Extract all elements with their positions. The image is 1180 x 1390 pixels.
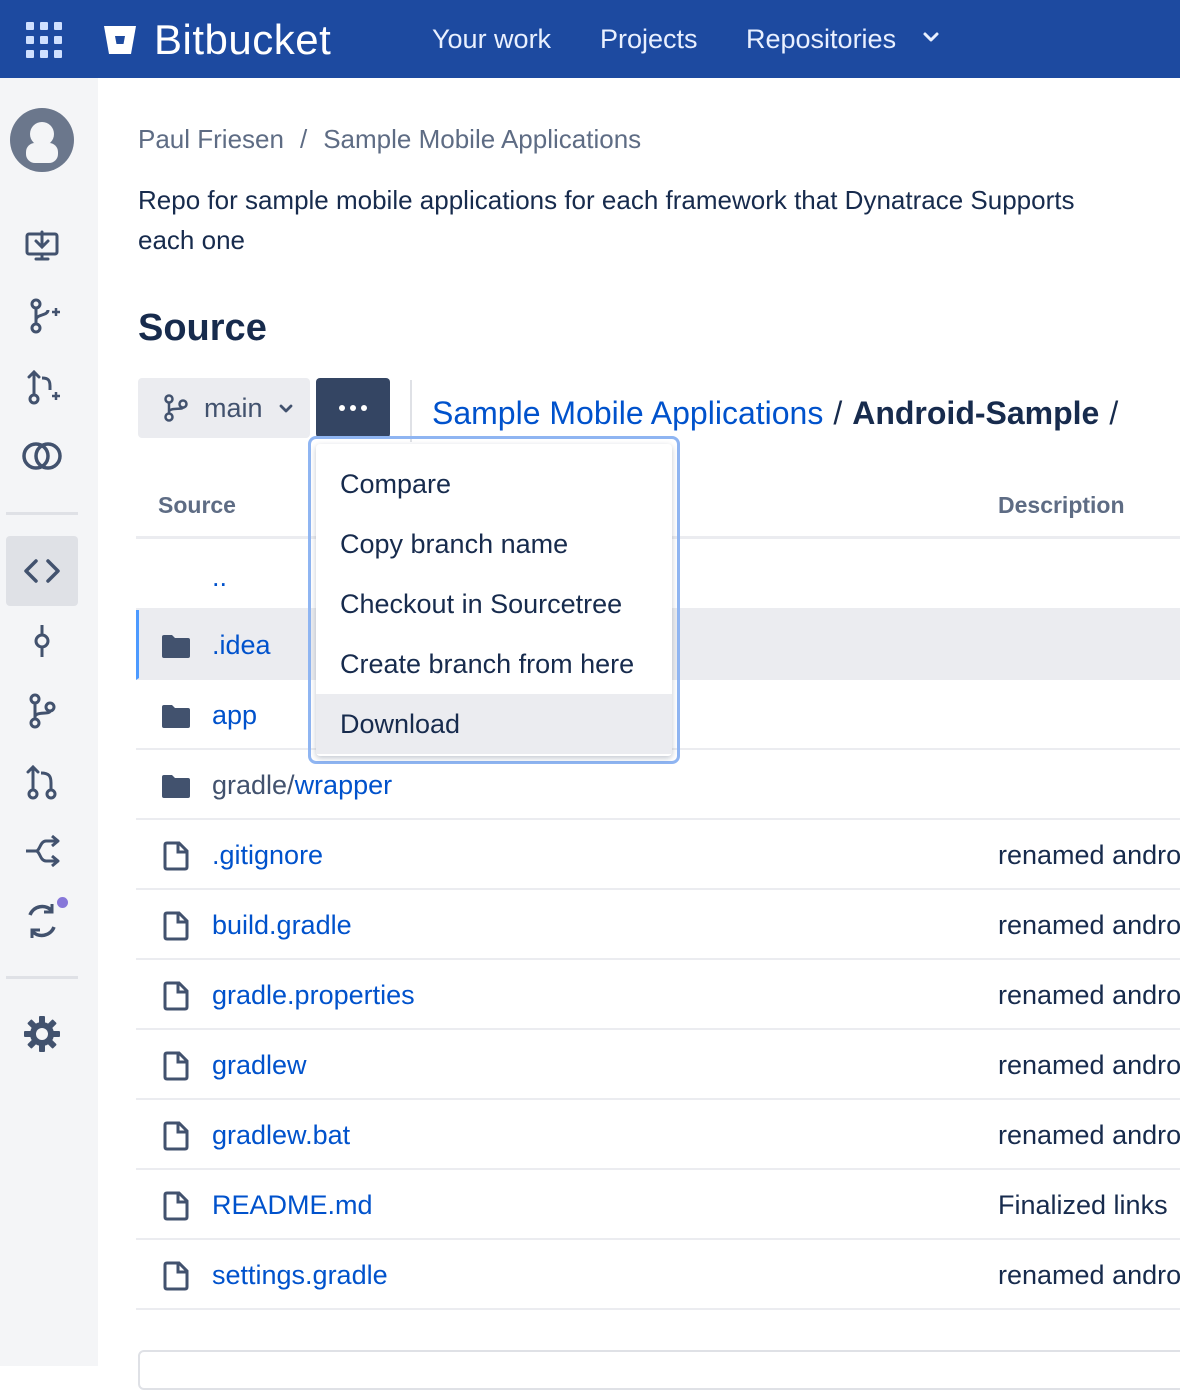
notification-badge xyxy=(55,895,70,910)
file-icon xyxy=(163,1121,189,1151)
file-icon xyxy=(163,1261,189,1291)
file-path-breadcrumb: Sample Mobile Applications / Android-Sampl… xyxy=(432,392,1128,434)
more-actions-button[interactable] xyxy=(316,378,390,438)
column-header-description: Description xyxy=(998,492,1125,518)
table-row[interactable]: gradle.properties renamed andro xyxy=(136,960,1180,1030)
path-root-link[interactable]: Sample Mobile Applications xyxy=(432,395,823,431)
folder-icon xyxy=(162,635,190,658)
more-dots-icon xyxy=(339,405,367,411)
create-branch-icon[interactable] xyxy=(20,294,64,338)
branch-name: main xyxy=(204,392,263,423)
path-trailing-separator: / xyxy=(1109,395,1119,431)
parent-directory-link[interactable]: .. xyxy=(212,560,227,594)
sidebar-divider xyxy=(6,976,78,979)
file-icon xyxy=(163,911,189,941)
dropdown-menu: Compare Copy branch name Checkout in Sou… xyxy=(316,444,672,756)
page-title: Source xyxy=(138,307,267,349)
path-current-folder: Android-Sample xyxy=(852,395,1100,431)
menu-item-compare[interactable]: Compare xyxy=(316,454,672,514)
clone-icon[interactable] xyxy=(20,224,64,268)
commit-message: renamed andro xyxy=(998,980,1180,1010)
file-name-link[interactable]: README.md xyxy=(212,1188,373,1222)
file-icon xyxy=(163,841,189,871)
branch-icon xyxy=(164,394,188,422)
avatar-icon[interactable] xyxy=(10,108,74,172)
folder-prefix: gradle/ xyxy=(212,770,295,800)
table-row[interactable]: settings.gradle renamed andro xyxy=(136,1240,1180,1310)
nav-your-work[interactable]: Your work xyxy=(432,22,551,56)
table-row[interactable]: README.md Finalized links xyxy=(136,1170,1180,1240)
commit-message: Finalized links xyxy=(998,1190,1168,1220)
menu-item-copy-branch-name[interactable]: Copy branch name xyxy=(316,514,672,574)
chevron-down-icon[interactable] xyxy=(922,28,940,46)
breadcrumb: Paul Friesen / Sample Mobile Applications xyxy=(138,122,641,156)
menu-item-checkout-sourcetree[interactable]: Checkout in Sourcetree xyxy=(316,574,672,634)
create-pr-icon[interactable] xyxy=(20,364,64,408)
breadcrumb-owner-link[interactable]: Paul Friesen xyxy=(138,124,284,154)
top-navigation-bar: Bitbucket Your work Projects Repositorie… xyxy=(0,0,1180,78)
sidebar-divider xyxy=(6,512,78,515)
settings-icon[interactable] xyxy=(20,1012,64,1056)
source-icon[interactable] xyxy=(20,549,64,593)
file-icon xyxy=(163,1051,189,1081)
commits-icon[interactable] xyxy=(20,619,64,663)
path-separator: / xyxy=(833,395,843,431)
menu-item-create-branch[interactable]: Create branch from here xyxy=(316,634,672,694)
column-header-source[interactable]: Source xyxy=(158,490,236,520)
app-switcher-icon[interactable] xyxy=(26,22,62,58)
chevron-down-icon xyxy=(279,404,292,413)
compare-icon[interactable] xyxy=(20,434,64,478)
file-name-link[interactable]: gradlew xyxy=(212,1048,307,1082)
folder-icon xyxy=(162,775,190,798)
file-name-link[interactable]: gradle.properties xyxy=(212,978,415,1012)
nav-repositories[interactable]: Repositories xyxy=(746,22,896,56)
pull-requests-icon[interactable] xyxy=(20,759,64,803)
pipelines-icon[interactable] xyxy=(20,829,64,873)
toolbar-divider xyxy=(410,380,412,442)
table-row[interactable]: build.gradle renamed andro xyxy=(136,890,1180,960)
commit-message: renamed andro xyxy=(998,1050,1180,1080)
file-name-link[interactable]: .idea xyxy=(212,628,271,662)
branches-icon[interactable] xyxy=(20,689,64,733)
commit-message: renamed andro xyxy=(998,840,1180,870)
bitbucket-logo[interactable]: Bitbucket xyxy=(102,16,332,63)
file-icon xyxy=(163,981,189,1011)
table-row[interactable]: .gitignore renamed andro xyxy=(136,820,1180,890)
brand-name: Bitbucket xyxy=(154,16,332,63)
repo-description-line-1: Repo for sample mobile applications for … xyxy=(138,185,1075,215)
file-name-link[interactable]: gradlew.bat xyxy=(212,1118,350,1152)
commit-message: renamed andro xyxy=(998,1260,1180,1290)
breadcrumb-separator: / xyxy=(299,124,308,154)
file-name-link[interactable]: build.gradle xyxy=(212,908,352,942)
readme-panel xyxy=(138,1350,1180,1390)
folder-icon xyxy=(162,705,190,728)
commit-message: renamed andro xyxy=(998,1120,1180,1150)
file-name-link[interactable]: settings.gradle xyxy=(212,1258,388,1292)
file-name-link[interactable]: .gitignore xyxy=(212,838,323,872)
menu-item-download[interactable]: Download xyxy=(316,694,672,754)
repo-sidebar xyxy=(0,78,98,1366)
repo-description: Repo for sample mobile applications for … xyxy=(138,180,1180,260)
branch-selector-button[interactable]: main xyxy=(138,378,310,438)
table-row[interactable]: gradlew renamed andro xyxy=(136,1030,1180,1100)
commit-message: renamed andro xyxy=(998,910,1180,940)
bitbucket-logo-icon xyxy=(104,26,136,54)
nav-projects[interactable]: Projects xyxy=(600,22,698,56)
file-name-link[interactable]: gradle/wrapper xyxy=(212,768,392,802)
branch-actions-dropdown: Compare Copy branch name Checkout in Sou… xyxy=(308,436,680,764)
repo-description-line-2: each one xyxy=(138,225,245,255)
file-icon xyxy=(163,1191,189,1221)
folder-name[interactable]: wrapper xyxy=(295,770,393,800)
breadcrumb-repo-link[interactable]: Sample Mobile Applications xyxy=(323,124,641,154)
file-name-link[interactable]: app xyxy=(212,698,257,732)
table-row[interactable]: gradlew.bat renamed andro xyxy=(136,1100,1180,1170)
